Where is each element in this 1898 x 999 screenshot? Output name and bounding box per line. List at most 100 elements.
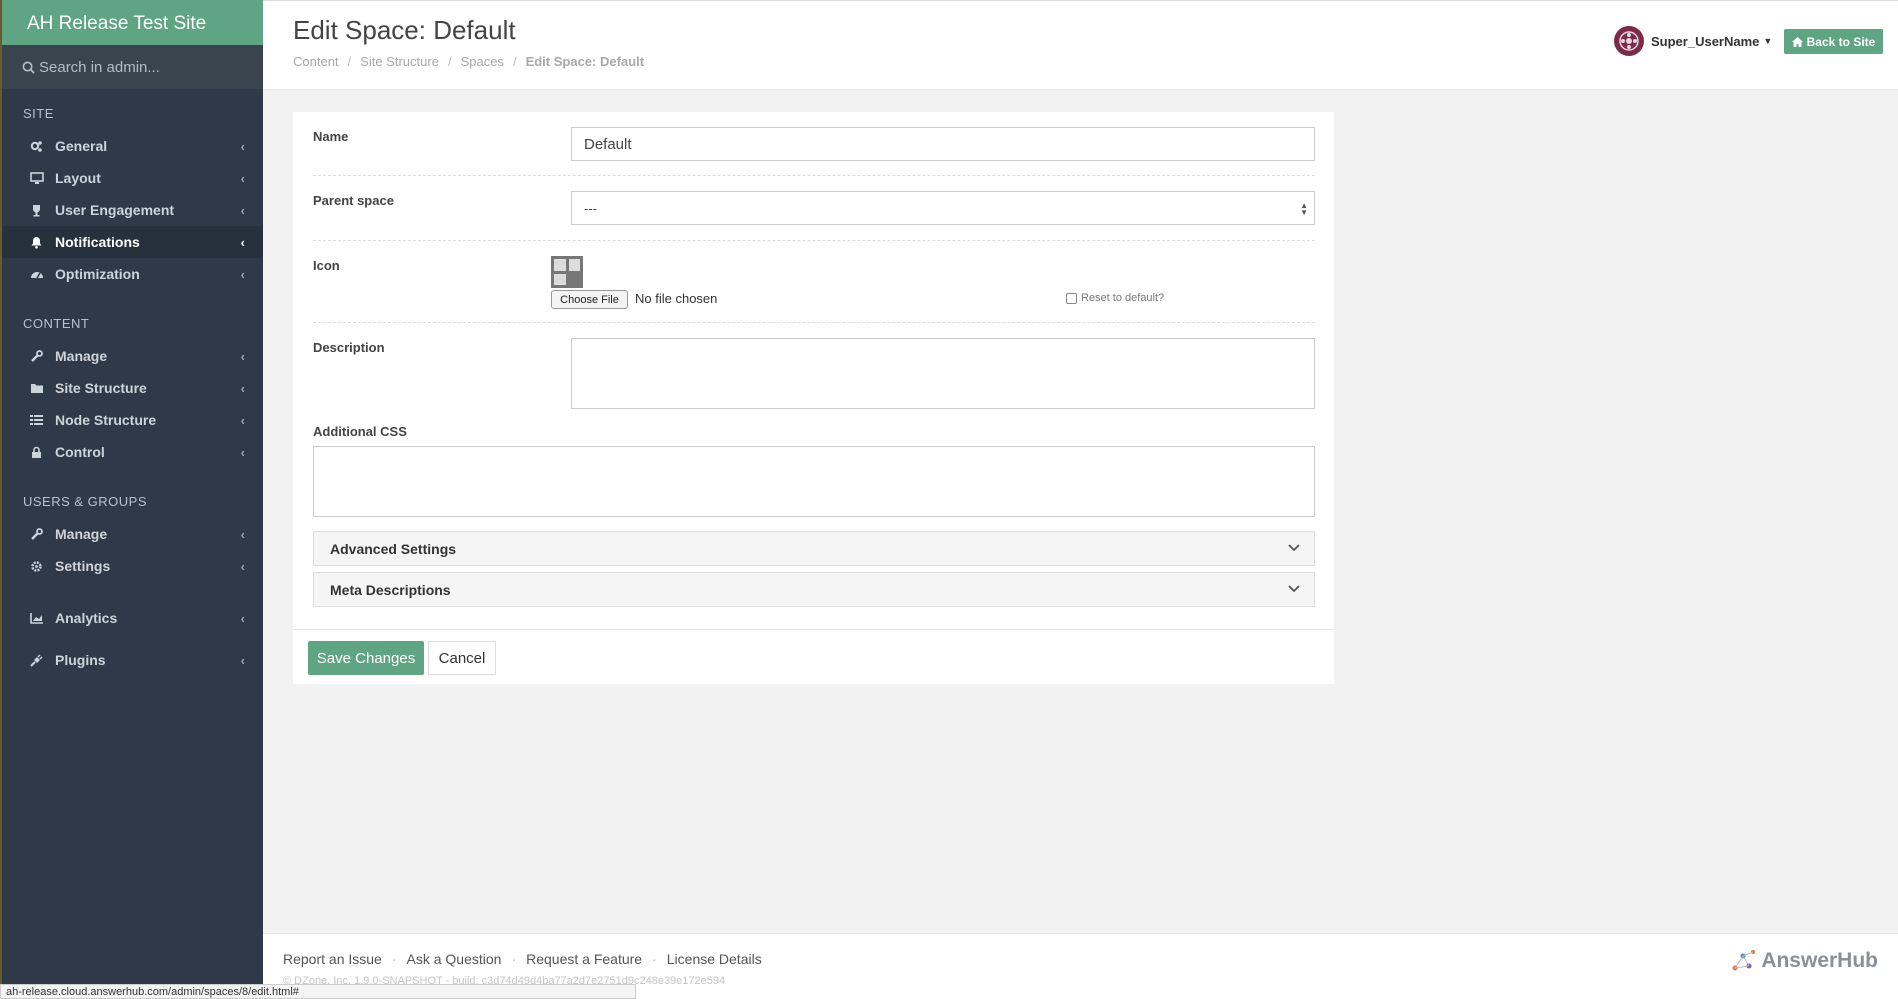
sidebar-item-optimization[interactable]: Optimization ‹ [2, 258, 263, 290]
wrench-icon [29, 349, 44, 364]
sidebar-item-control[interactable]: Control ‹ [2, 436, 263, 468]
sidebar-item-site-structure[interactable]: Site Structure ‹ [2, 372, 263, 404]
description-textarea[interactable] [571, 338, 1315, 409]
space-icon-preview [551, 256, 583, 288]
dashboard-icon [29, 267, 44, 282]
username: Super_UserName [1651, 33, 1760, 49]
sidebar-item-layout[interactable]: Layout ‹ [2, 162, 263, 194]
user-menu[interactable]: Super_UserName ▼ [1614, 26, 1772, 56]
sidebar-item-analytics[interactable]: Analytics ‹ [2, 602, 263, 634]
sidebar-item-label: Plugins [55, 652, 106, 668]
additional-css-label: Additional CSS [313, 424, 407, 439]
lock-icon [29, 445, 44, 460]
chevron-left-icon: ‹ [240, 652, 245, 668]
chevron-left-icon: ‹ [240, 202, 245, 218]
footer-link-license-details[interactable]: License Details [667, 951, 762, 967]
sidebar-item-general[interactable]: General ‹ [2, 130, 263, 162]
home-icon [1791, 36, 1803, 47]
chevron-left-icon: ‹ [240, 170, 245, 186]
desktop-icon [29, 171, 44, 186]
chevron-left-icon: ‹ [240, 558, 245, 574]
name-row: Name Default [313, 112, 1315, 176]
sidebar-item-node-structure[interactable]: Node Structure ‹ [2, 404, 263, 436]
footer-separator: · [652, 951, 657, 967]
admin-sidebar: AH Release Test Site Search in admin... … [0, 0, 263, 999]
select-arrows-icon: ▲ ▼ [1300, 201, 1308, 217]
cogs-icon [29, 139, 44, 154]
name-label: Name [313, 129, 349, 144]
advanced-settings-label: Advanced Settings [330, 541, 457, 557]
choose-file-button[interactable]: Choose File [551, 290, 628, 309]
back-to-site-label: Back to Site [1806, 34, 1876, 49]
breadcrumb-separator: / [447, 54, 452, 69]
chevron-left-icon: ‹ [240, 526, 245, 542]
avatar [1614, 26, 1644, 56]
sidebar-item-label: Manage [55, 526, 108, 542]
description-label: Description [313, 340, 385, 355]
answerhub-logo-icon [1732, 950, 1756, 971]
checkbox-icon [1066, 292, 1077, 304]
breadcrumb-separator: / [347, 54, 352, 69]
cancel-button[interactable]: Cancel [428, 641, 496, 675]
save-changes-button[interactable]: Save Changes [308, 641, 424, 675]
chevron-left-icon: ‹ [240, 444, 245, 460]
list-icon [29, 413, 44, 428]
breadcrumb-current: Edit Space: Default [525, 54, 645, 69]
advanced-settings-panel[interactable]: Advanced Settings [313, 531, 1315, 566]
sidebar-item-label: Notifications [55, 234, 140, 250]
admin-search[interactable]: Search in admin... [2, 45, 263, 89]
sidebar-item-content-manage[interactable]: Manage ‹ [2, 340, 263, 372]
breadcrumb-spaces[interactable]: Spaces [461, 54, 504, 69]
answerhub-logo-text: AnswerHub [1761, 949, 1878, 972]
icon-label: Icon [313, 258, 340, 273]
footer-link-request-feature[interactable]: Request a Feature [526, 951, 642, 967]
sidebar-item-label: Node Structure [55, 412, 157, 428]
caret-down-icon: ▼ [1763, 36, 1773, 46]
file-status: No file chosen [635, 291, 718, 306]
nav-header-users-groups: USERS & GROUPS [23, 494, 148, 509]
name-input[interactable]: Default [571, 127, 1315, 161]
chevron-left-icon: ‹ [240, 348, 245, 364]
sidebar-item-label: Analytics [55, 610, 118, 626]
breadcrumb: Content / Site Structure / Spaces / Edit… [293, 54, 644, 69]
chart-icon [29, 611, 44, 626]
parent-space-label: Parent space [313, 193, 394, 208]
back-to-site-button[interactable]: Back to Site [1784, 29, 1883, 54]
parent-space-value: --- [584, 201, 597, 216]
reset-default-checkbox[interactable]: Reset to default? [1066, 292, 1164, 304]
sidebar-item-users-manage[interactable]: Manage ‹ [2, 518, 263, 550]
nav-header-content: CONTENT [23, 316, 90, 331]
footer-links: Report an Issue · Ask a Question · Reque… [283, 951, 762, 967]
answerhub-logo[interactable]: AnswerHub [1731, 948, 1878, 974]
sidebar-item-label: Control [55, 444, 105, 460]
breadcrumb-content[interactable]: Content [293, 54, 339, 69]
parent-space-select[interactable]: --- ▲ ▼ [571, 191, 1315, 225]
site-brand[interactable]: AH Release Test Site [2, 0, 263, 45]
chevron-left-icon: ‹ [240, 138, 245, 154]
breadcrumb-separator: / [512, 54, 517, 69]
footer-link-report-issue[interactable]: Report an Issue [283, 951, 382, 967]
footer-link-ask-question[interactable]: Ask a Question [407, 951, 502, 967]
breadcrumb-site-structure[interactable]: Site Structure [360, 54, 439, 69]
meta-descriptions-panel[interactable]: Meta Descriptions [313, 572, 1315, 607]
sidebar-item-label: Site Structure [55, 380, 147, 396]
footer-separator: · [511, 951, 517, 967]
sidebar-item-user-engagement[interactable]: User Engagement ‹ [2, 194, 263, 226]
parent-space-row: Parent space --- ▲ ▼ [313, 176, 1315, 241]
footer-separator: · [391, 951, 397, 967]
sidebar-item-plugins[interactable]: Plugins ‹ [2, 644, 263, 676]
page-title: Edit Space: Default [293, 15, 516, 45]
search-placeholder: Search in admin... [39, 58, 160, 76]
sidebar-item-notifications[interactable]: Notifications ‹ [2, 226, 263, 258]
sidebar-item-label: Layout [55, 170, 101, 186]
bell-icon [29, 235, 44, 250]
form-actions-divider [293, 629, 1334, 630]
wrench-icon [29, 527, 44, 542]
sidebar-item-users-settings[interactable]: Settings ‹ [2, 550, 263, 582]
meta-descriptions-label: Meta Descriptions [330, 582, 451, 598]
chevron-down-icon [1288, 585, 1300, 593]
folder-icon [29, 381, 44, 396]
plug-icon [29, 653, 44, 668]
additional-css-textarea[interactable] [313, 446, 1315, 517]
cog-icon [29, 559, 44, 574]
